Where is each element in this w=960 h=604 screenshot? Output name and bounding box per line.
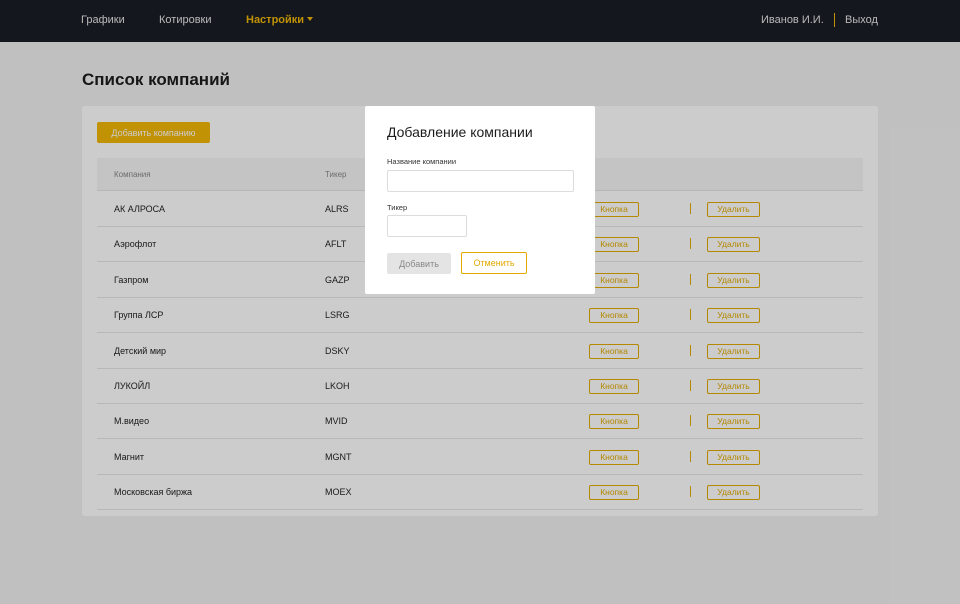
modal-title: Добавление компании xyxy=(387,124,533,140)
add-company-modal: Добавление компании Название компании Ти… xyxy=(365,106,595,294)
modal-add-button[interactable]: Добавить xyxy=(387,253,451,274)
company-name-label: Название компании xyxy=(387,157,457,166)
modal-cancel-button[interactable]: Отменить xyxy=(461,252,527,274)
ticker-input[interactable] xyxy=(387,215,467,237)
company-name-input[interactable] xyxy=(387,170,574,192)
modal-backdrop[interactable] xyxy=(0,0,960,604)
ticker-label: Тикер xyxy=(387,203,408,212)
